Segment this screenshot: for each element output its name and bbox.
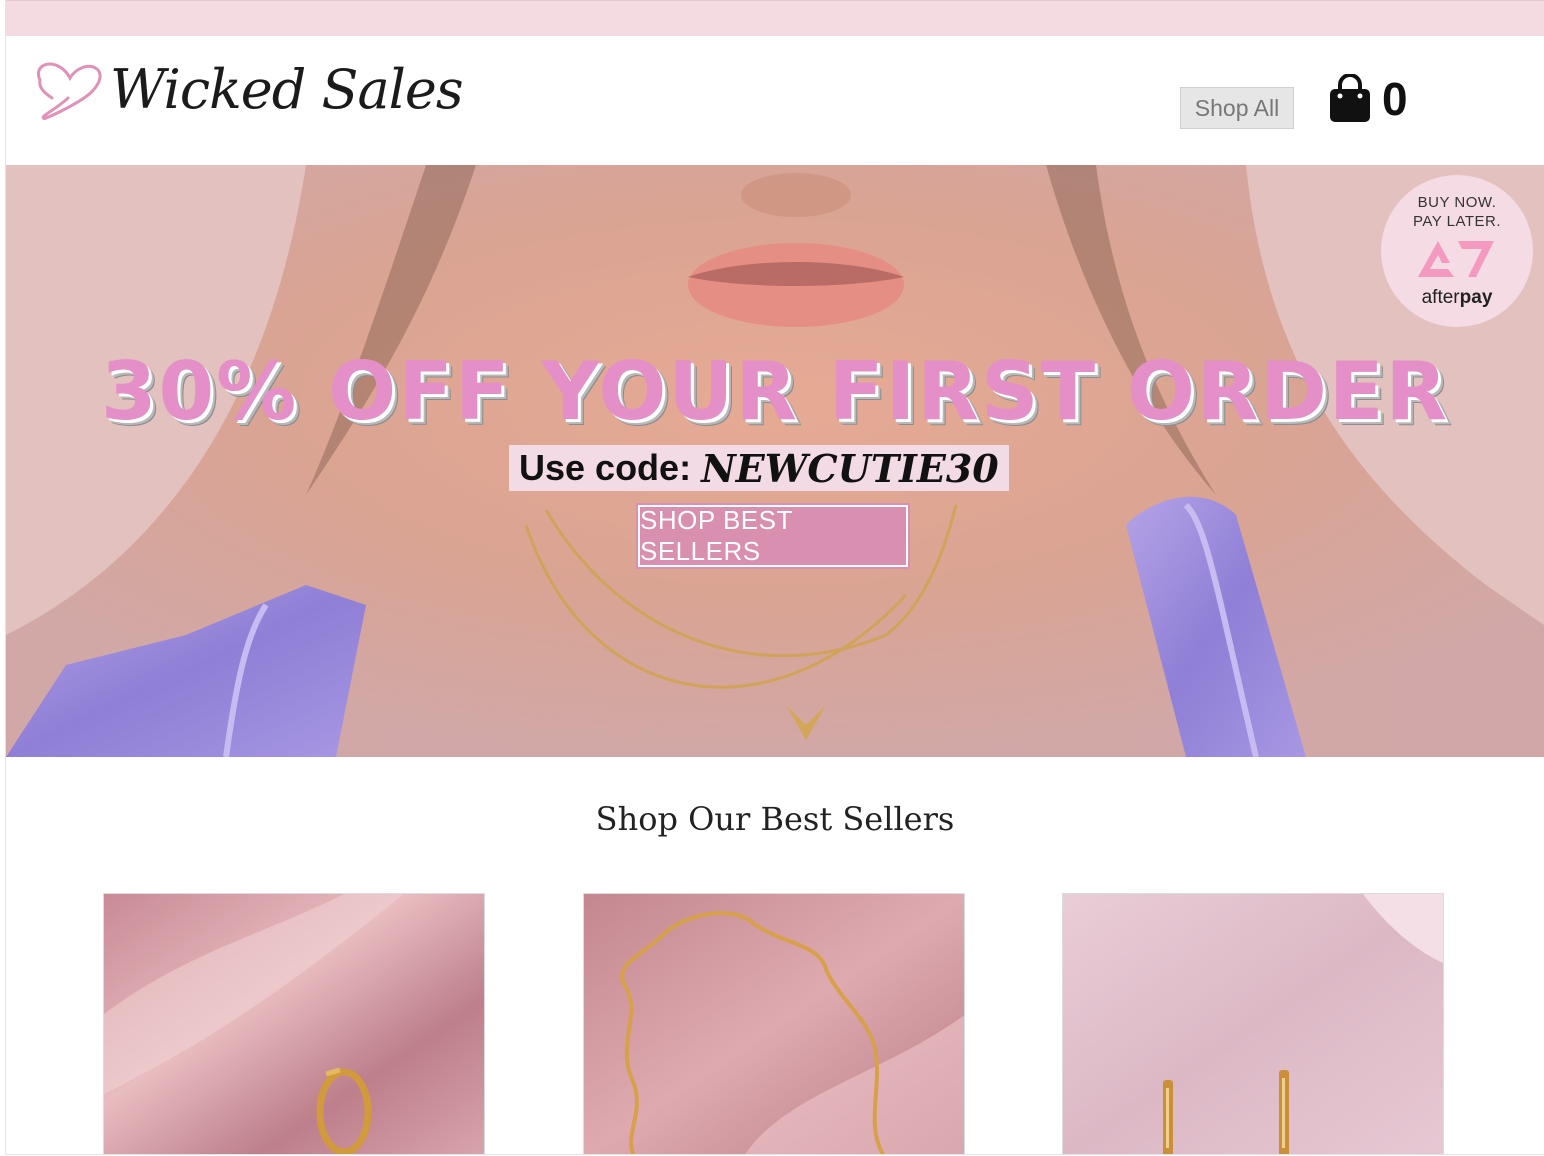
product-card[interactable] xyxy=(1062,893,1444,1155)
hero-banner: 30% OFF YOUR FIRST ORDER Use code: NEWCU… xyxy=(6,165,1544,757)
product-card[interactable] xyxy=(583,893,965,1155)
promo-headline: 30% OFF YOUR FIRST ORDER xyxy=(100,345,1450,438)
afterpay-badge: BUY NOW. PAY LATER. afterpay xyxy=(1381,175,1533,327)
announcement-bar xyxy=(6,0,1544,36)
cart-count: 0 xyxy=(1382,73,1408,125)
shopping-bag-icon xyxy=(1330,74,1370,122)
afterpay-brand: afterpay xyxy=(1422,287,1493,309)
product-image[interactable] xyxy=(1063,894,1444,1155)
shop-best-sellers-button[interactable]: SHOP BEST SELLERS xyxy=(636,503,910,569)
promo-code-label: Use code: xyxy=(519,447,692,488)
afterpay-brand-bold: pay xyxy=(1459,287,1493,308)
afterpay-line-1: BUY NOW. xyxy=(1417,194,1497,211)
page-frame: Wicked Sales Shop All 0 30% OFF YOUR FIR… xyxy=(5,0,1544,1155)
promo-code-value: NEWCUTIE30 xyxy=(701,445,999,491)
heart-outline-icon xyxy=(37,62,102,120)
product-image[interactable] xyxy=(584,894,965,1155)
product-image[interactable] xyxy=(104,894,485,1155)
site-logo[interactable]: Wicked Sales xyxy=(32,58,464,122)
promo-code-box: Use code: NEWCUTIE30 xyxy=(509,445,1009,491)
afterpay-line-2: PAY LATER. xyxy=(1412,213,1502,230)
cart-button[interactable]: 0 xyxy=(1328,72,1408,126)
afterpay-brand-light: after xyxy=(1421,287,1460,308)
best-sellers-title: Shop Our Best Sellers xyxy=(595,800,955,838)
shop-all-button[interactable]: Shop All xyxy=(1180,87,1294,129)
product-card[interactable] xyxy=(103,893,485,1155)
afterpay-logo-icon xyxy=(1418,241,1494,277)
logo-text: Wicked Sales xyxy=(110,58,464,121)
site-header: Wicked Sales Shop All 0 xyxy=(6,36,1544,165)
